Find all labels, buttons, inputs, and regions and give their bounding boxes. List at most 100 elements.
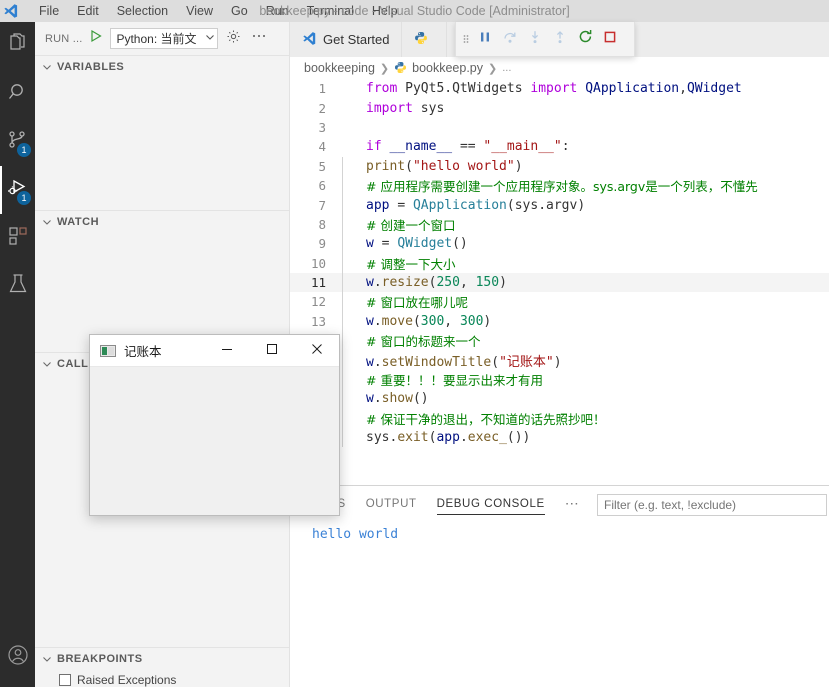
sidebar-item-search[interactable] (0, 70, 35, 118)
variables-section-header[interactable]: VARIABLES (35, 56, 289, 78)
list-item[interactable]: Raised Exceptions (35, 670, 289, 687)
panel-tab-bar: LEMS OUTPUT DEBUG CONSOLE ⋯ (290, 486, 829, 521)
maximize-button[interactable] (249, 335, 294, 366)
indent-guide (342, 292, 343, 312)
close-icon (311, 342, 323, 360)
code-line[interactable]: 14# 窗口的标题来一个 (290, 331, 829, 351)
panel-more-button[interactable]: ⋯ (565, 495, 579, 512)
step-out-icon (552, 29, 568, 50)
stop-button[interactable] (598, 26, 622, 52)
sidebar-item-explorer[interactable] (0, 22, 35, 70)
restart-icon (577, 28, 594, 50)
debug-configuration-select[interactable]: Python: 当前文 (110, 28, 219, 49)
indent-guide (342, 408, 343, 429)
close-button[interactable] (294, 335, 339, 366)
raised-exceptions-label: Raised Exceptions (77, 673, 177, 687)
code-line[interactable]: 15w.setWindowTitle("记账本") (290, 350, 829, 370)
breakpoints-section-header[interactable]: BREAKPOINTS (35, 648, 289, 670)
tab-output[interactable]: OUTPUT (366, 486, 417, 521)
code-line[interactable]: 17w.show() (290, 389, 829, 409)
breakpoints-title: BREAKPOINTS (57, 653, 143, 665)
pyqt-title-bar[interactable]: 记账本 (90, 335, 339, 366)
tab-debug-console[interactable]: DEBUG CONSOLE (436, 486, 545, 521)
code-text: # 调整一下大小 (366, 256, 456, 272)
code-text: # 窗口放在哪儿呢 (366, 295, 468, 311)
code-editor[interactable]: 1 from PyQt5.QtWidgets import QApplicatio… (290, 79, 829, 485)
play-icon (89, 29, 103, 48)
code-line[interactable]: 1 from PyQt5.QtWidgets import QApplicatio… (290, 79, 829, 98)
breadcrumb-symbol[interactable]: ... (502, 62, 511, 74)
chevron-right-icon: ❯ (488, 62, 498, 75)
minimize-button[interactable] (204, 335, 249, 366)
start-debugging-button[interactable] (86, 29, 106, 49)
breadcrumb-folder[interactable]: bookkeeping (304, 61, 375, 75)
code-line[interactable]: 19sys.exit(app.exec_()) (290, 428, 829, 448)
run-more-actions-button[interactable] (248, 28, 270, 50)
menu-item-selection[interactable]: Selection (108, 2, 177, 20)
code-text: app = QApplication(sys.argv) (366, 197, 586, 213)
line-number: 7 (318, 197, 326, 213)
menu-item-terminal[interactable]: Terminal (298, 2, 363, 20)
tab-get-started[interactable]: Get Started (290, 22, 403, 57)
sidebar-item-extensions[interactable] (0, 214, 35, 262)
activity-bar: 1 1 (0, 22, 35, 687)
filter-input[interactable] (597, 494, 827, 516)
breadcrumb-file[interactable]: bookkeep.py (412, 61, 483, 75)
code-line[interactable]: 6 # 应用程序需要创建一个应用程序对象。sys.argv是一个列表，不懂先 (290, 175, 829, 196)
code-line[interactable]: 18# 保证干净的退出，不知道的话先照抄吧！ (290, 408, 829, 429)
open-launch-json-button[interactable] (222, 28, 244, 50)
pause-button[interactable] (473, 26, 497, 52)
drag-grip-icon[interactable] (460, 31, 472, 47)
code-line[interactable]: 16# 重要！！！要显示出来才有用 (290, 369, 829, 390)
menu-item-go[interactable]: Go (222, 2, 257, 20)
pyqt-app-window[interactable]: 记账本 (89, 334, 340, 516)
code-line[interactable]: 7 app = QApplication(sys.argv) (290, 195, 829, 215)
menu-item-run[interactable]: Run (257, 2, 298, 20)
step-into-button[interactable] (523, 26, 547, 52)
watch-title: WATCH (57, 216, 100, 228)
raised-exceptions-checkbox[interactable] (59, 674, 71, 686)
indent-guide (342, 175, 343, 196)
step-over-button[interactable] (498, 26, 522, 52)
menu-item-edit[interactable]: Edit (68, 2, 108, 20)
watch-section-header[interactable]: WATCH (35, 211, 289, 233)
code-text: import sys (366, 100, 445, 116)
sidebar-item-run-and-debug[interactable]: 1 (0, 166, 35, 214)
watch-section: WATCH (35, 210, 289, 352)
pause-icon (477, 29, 493, 50)
code-line[interactable]: 13 w.move(300, 300) (290, 311, 829, 332)
code-line[interactable]: 12 # 窗口放在哪儿呢 (290, 292, 829, 312)
code-line[interactable]: 11 w.resize(250, 150) (290, 272, 829, 293)
menu-item-help[interactable]: Help (363, 2, 407, 20)
indent-guide (342, 331, 343, 351)
beaker-icon (6, 272, 30, 301)
code-line[interactable]: 9 w = QWidget() (290, 234, 829, 254)
code-line[interactable]: 3 (290, 118, 829, 137)
step-out-button[interactable] (548, 26, 572, 52)
tab-bookkeep-py[interactable] (402, 22, 448, 57)
code-line[interactable]: 4 if __name__ == "__main__": (290, 137, 829, 156)
debug-toolbar (455, 22, 635, 57)
menu-item-file[interactable]: File (30, 2, 68, 20)
variables-section: VARIABLES (35, 55, 289, 210)
variables-title: VARIABLES (57, 61, 125, 73)
vscode-window: File Edit Selection View Go Run Terminal… (0, 0, 829, 687)
step-into-icon (527, 29, 543, 50)
code-line[interactable]: 2 import sys (290, 98, 829, 117)
code-line[interactable]: 8 # 创建一个窗口 (290, 214, 829, 235)
code-line[interactable]: 10 # 调整一下大小 (290, 253, 829, 273)
indent-guide (342, 195, 343, 215)
sidebar-item-source-control[interactable]: 1 (0, 118, 35, 166)
sidebar-item-testing[interactable] (0, 262, 35, 310)
menu-item-view[interactable]: View (177, 2, 222, 20)
line-number: 3 (318, 119, 326, 135)
code-text: # 应用程序需要创建一个应用程序对象。sys.argv是一个列表，不懂先 (366, 179, 758, 195)
code-line[interactable]: 5 print("hello world") (290, 156, 829, 176)
restart-button[interactable] (573, 26, 597, 52)
chevron-down-icon (205, 32, 215, 45)
line-number: 9 (318, 236, 326, 252)
account-button[interactable] (0, 633, 35, 681)
account-icon (6, 643, 30, 672)
run-section-title: RUN ... (45, 32, 83, 45)
vscode-logo-icon (0, 0, 22, 22)
